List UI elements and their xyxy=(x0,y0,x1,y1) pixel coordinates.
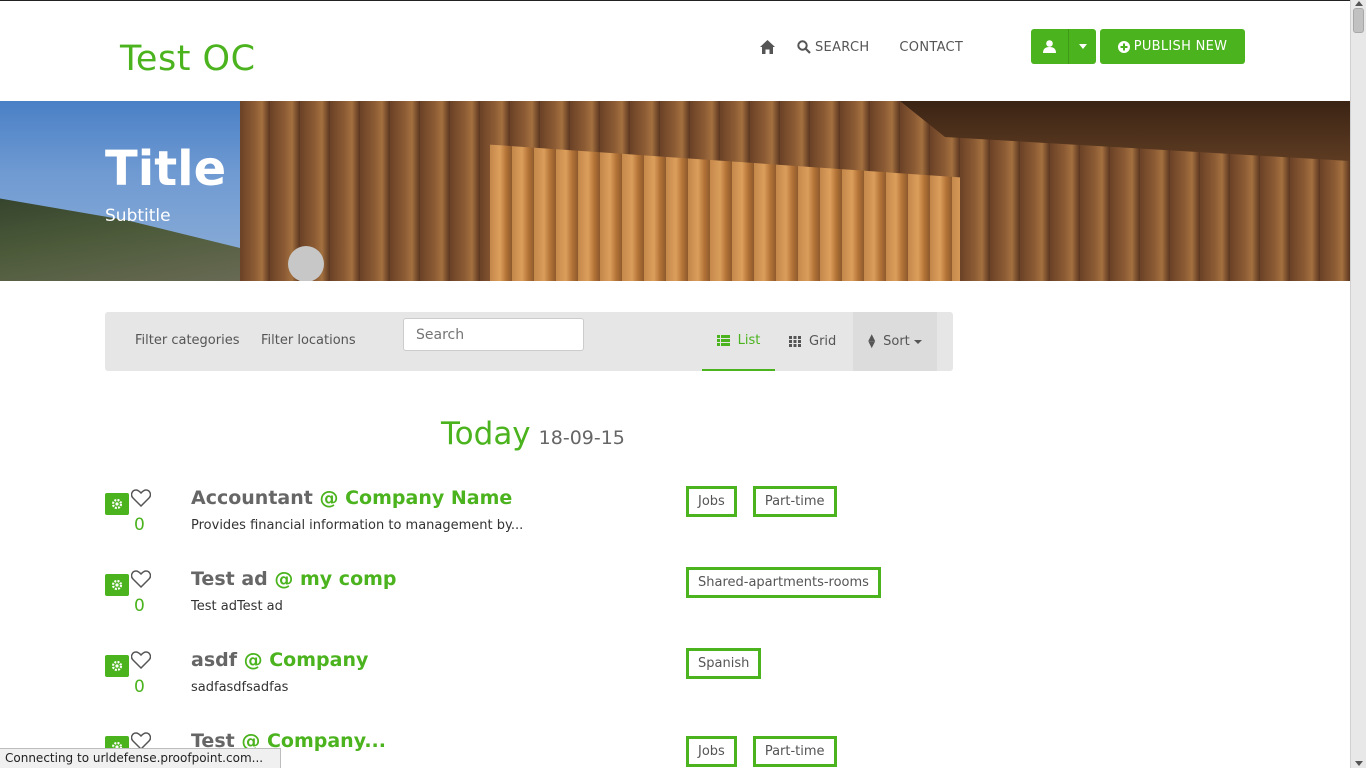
sort-label: Sort xyxy=(883,334,910,349)
heart-icon xyxy=(130,651,152,670)
gear-icon xyxy=(111,660,123,672)
favorite-button[interactable] xyxy=(130,651,152,673)
ad-title: Test ad xyxy=(191,568,268,590)
brand-logo[interactable]: Test OC xyxy=(120,39,256,79)
main-nav: SEARCH CONTACT xyxy=(760,37,963,57)
favorite-count: 0 xyxy=(134,515,145,535)
scroll-up-arrow[interactable] xyxy=(1355,1,1363,6)
ad-title-link[interactable]: Accountant @ Company Name xyxy=(191,487,512,509)
filter-categories-link[interactable]: Filter categories xyxy=(135,333,239,348)
hero-subtitle: Subtitle xyxy=(105,206,171,226)
today-label: Today xyxy=(441,416,531,452)
ad-tags: Jobs Part-time xyxy=(686,736,853,767)
home-icon xyxy=(760,40,775,54)
heart-icon xyxy=(130,489,152,508)
ad-settings-button[interactable] xyxy=(105,574,129,596)
ad-settings-button[interactable] xyxy=(105,493,129,515)
sort-dropdown[interactable]: ▲ ▼ Sort xyxy=(853,312,937,371)
publish-new-label: PUBLISH NEW xyxy=(1133,39,1228,54)
plus-circle-icon xyxy=(1117,40,1130,53)
tag-spanish[interactable]: Spanish xyxy=(686,648,762,679)
ad-title: asdf xyxy=(191,649,237,671)
scroll-thumb[interactable] xyxy=(1353,8,1364,33)
vertical-scrollbar[interactable] xyxy=(1350,0,1366,768)
nav-search[interactable]: SEARCH xyxy=(797,40,869,55)
search-input[interactable] xyxy=(403,318,584,351)
view-grid-button[interactable]: Grid xyxy=(789,312,839,371)
ad-tags: Jobs Part-time xyxy=(686,486,853,517)
browser-status-bar: Connecting to urldefense.proofpoint.com.… xyxy=(0,748,281,768)
tag-jobs[interactable]: Jobs xyxy=(686,736,737,767)
list-item: 0 Test ad @ my comp Test adTest ad Share… xyxy=(105,566,1005,636)
hero-title: Title xyxy=(105,141,227,197)
tag-part-time[interactable]: Part-time xyxy=(752,486,837,517)
publish-new-button[interactable]: PUBLISH NEW xyxy=(1100,29,1245,64)
ad-description: sadfasdfsadfas xyxy=(191,680,289,695)
tag-jobs[interactable]: Jobs xyxy=(686,486,737,517)
user-icon xyxy=(1043,40,1056,53)
ad-tags: Shared-apartments-rooms xyxy=(686,567,897,598)
gear-icon xyxy=(111,579,123,591)
search-icon xyxy=(797,40,811,54)
ad-title: Accountant xyxy=(191,487,313,509)
list-item: 0 Accountant @ Company Name Provides fin… xyxy=(105,485,1005,555)
ad-title-link[interactable]: Test ad @ my comp xyxy=(191,568,397,590)
sort-icon: ▲ ▼ xyxy=(868,332,876,350)
nav-contact[interactable]: CONTACT xyxy=(899,40,963,55)
ad-tags: Spanish xyxy=(686,648,777,679)
date-heading: Today 18-09-15 xyxy=(441,416,625,452)
user-dropdown-toggle[interactable] xyxy=(1069,29,1096,64)
tag-shared-apartments-rooms[interactable]: Shared-apartments-rooms xyxy=(686,567,881,598)
tag-part-time[interactable]: Part-time xyxy=(752,736,837,767)
heart-icon xyxy=(130,570,152,589)
user-menu-button[interactable] xyxy=(1031,29,1096,64)
view-list-label: List xyxy=(737,333,761,348)
ad-description: Test adTest ad xyxy=(191,599,283,614)
view-list-button[interactable]: List xyxy=(702,312,775,371)
nav-home[interactable] xyxy=(760,40,775,54)
filter-locations-link[interactable]: Filter locations xyxy=(261,333,356,348)
grid-icon xyxy=(789,336,801,347)
site-header: Test OC SEARCH CONTACT PUBLISH NEW xyxy=(0,1,1350,101)
ad-company: @ Company Name xyxy=(319,487,513,509)
view-grid-label: Grid xyxy=(809,334,837,349)
hero-banner: Title Subtitle xyxy=(0,101,1350,281)
ad-settings-button[interactable] xyxy=(105,655,129,677)
ad-description: Provides financial information to manage… xyxy=(191,518,524,533)
today-date: 18-09-15 xyxy=(538,427,625,449)
hero-satellite-dish xyxy=(288,246,324,281)
favorite-count: 0 xyxy=(134,677,145,697)
ad-title-link[interactable]: asdf @ Company xyxy=(191,649,368,671)
list-icon xyxy=(716,335,730,346)
favorite-button[interactable] xyxy=(130,489,152,511)
user-icon-wrap[interactable] xyxy=(1031,29,1069,64)
ad-company: @ my comp xyxy=(274,568,397,590)
nav-search-label: SEARCH xyxy=(815,39,870,55)
favorite-count: 0 xyxy=(134,596,145,616)
filter-bar: Filter categories Filter locations List … xyxy=(105,312,953,371)
ad-company: @ Company xyxy=(243,649,369,671)
gear-icon xyxy=(111,498,123,510)
caret-down-icon xyxy=(1078,44,1087,49)
favorite-button[interactable] xyxy=(130,570,152,592)
caret-down-icon xyxy=(913,339,922,344)
list-item: 0 asdf @ Company sadfasdfsadfas Spanish xyxy=(105,647,1005,717)
scroll-down-arrow[interactable] xyxy=(1355,761,1363,766)
